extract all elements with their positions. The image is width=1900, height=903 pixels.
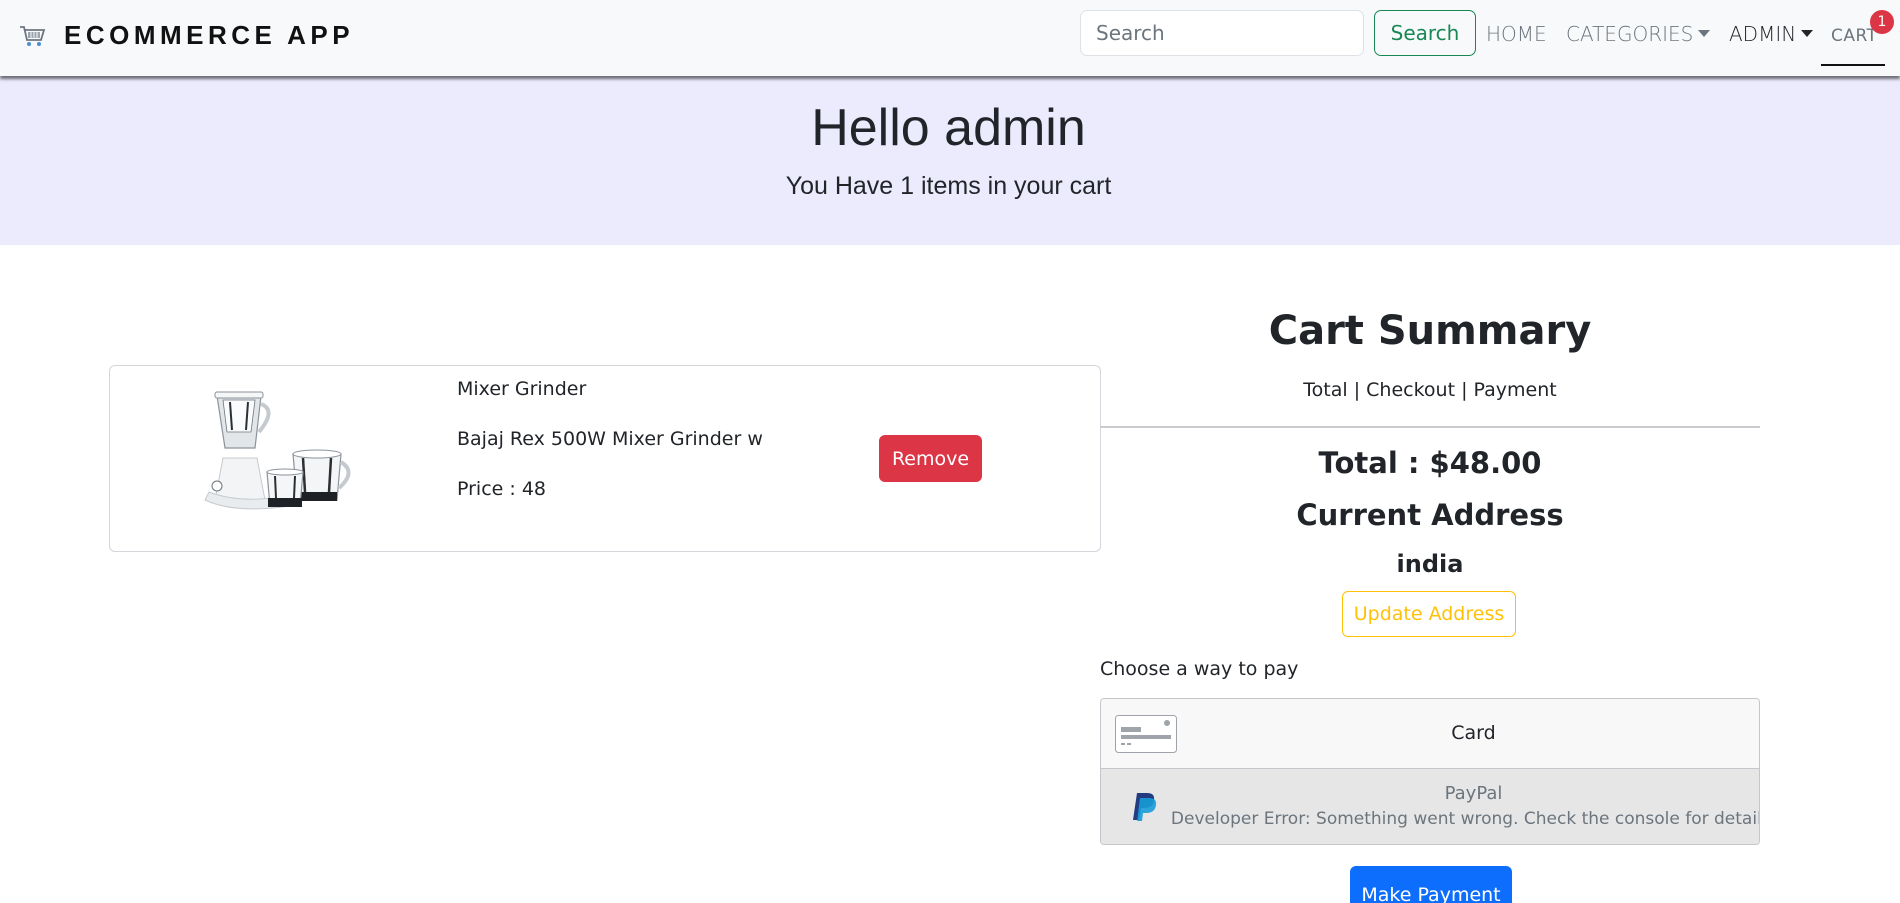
- paypal-error-message: Developer Error: Something went wrong. C…: [1170, 809, 1760, 829]
- navbar: ECOMMERCE APP Search HOME CATEGORIES ADM…: [0, 0, 1900, 76]
- summary-divider: [1100, 426, 1760, 428]
- make-payment-button[interactable]: Make Payment: [1350, 866, 1512, 903]
- nav-cart-link[interactable]: CART 1: [1821, 0, 1894, 66]
- cart-count-text: You Have 1 items in your cart: [785, 172, 1112, 200]
- cart-item-card: Mixer Grinder Bajaj Rex 500W Mixer Grind…: [109, 365, 1101, 552]
- remove-item-button[interactable]: Remove: [879, 435, 982, 482]
- product-price: Price : 48: [457, 478, 547, 500]
- cart-count-badge: 1: [1870, 10, 1894, 34]
- nav-admin-label: ADMIN: [1729, 22, 1797, 46]
- greeting-title: Hello admin: [811, 99, 1086, 157]
- nav-categories-label: CATEGORIES: [1566, 22, 1694, 46]
- nav-categories-dropdown[interactable]: CATEGORIES: [1566, 22, 1711, 46]
- product-description: Bajaj Rex 500W Mixer Grinder w: [457, 428, 763, 450]
- search-input[interactable]: [1080, 10, 1364, 56]
- nav-home-link[interactable]: HOME: [1486, 22, 1547, 46]
- update-address-button[interactable]: Update Address: [1342, 591, 1516, 637]
- payment-methods: Card PayPal Developer Error: Something w…: [1100, 698, 1760, 845]
- payment-method-label: Choose a way to pay: [1100, 658, 1299, 680]
- nav-cart-label: CART: [1831, 26, 1878, 46]
- chevron-down-icon: [1698, 30, 1711, 37]
- current-address-value: india: [1396, 550, 1464, 578]
- nav-admin-dropdown[interactable]: ADMIN: [1729, 22, 1814, 46]
- card-option-label: Card: [1451, 722, 1496, 744]
- chevron-down-icon: [1801, 30, 1814, 37]
- cart-summary-subtitle: Total | Checkout | Payment: [1303, 379, 1557, 401]
- cart-summary-title: Cart Summary: [1268, 308, 1592, 354]
- paypal-payment-option[interactable]: PayPal Developer Error: Something went w…: [1101, 769, 1760, 844]
- cart-total: Total : $48.00: [1318, 446, 1542, 480]
- current-address-heading: Current Address: [1296, 498, 1564, 532]
- brand-name: ECOMMERCE APP: [64, 20, 355, 50]
- product-name: Mixer Grinder: [457, 378, 587, 400]
- product-image: [204, 391, 351, 510]
- card-payment-option[interactable]: Card: [1101, 699, 1759, 769]
- shopping-cart-icon: [20, 25, 46, 46]
- search-button[interactable]: Search: [1374, 10, 1476, 56]
- greeting-banner: Hello admin You Have 1 items in your car…: [0, 76, 1900, 245]
- paypal-option-label: PayPal: [1444, 783, 1503, 804]
- brand[interactable]: ECOMMERCE APP: [18, 20, 354, 51]
